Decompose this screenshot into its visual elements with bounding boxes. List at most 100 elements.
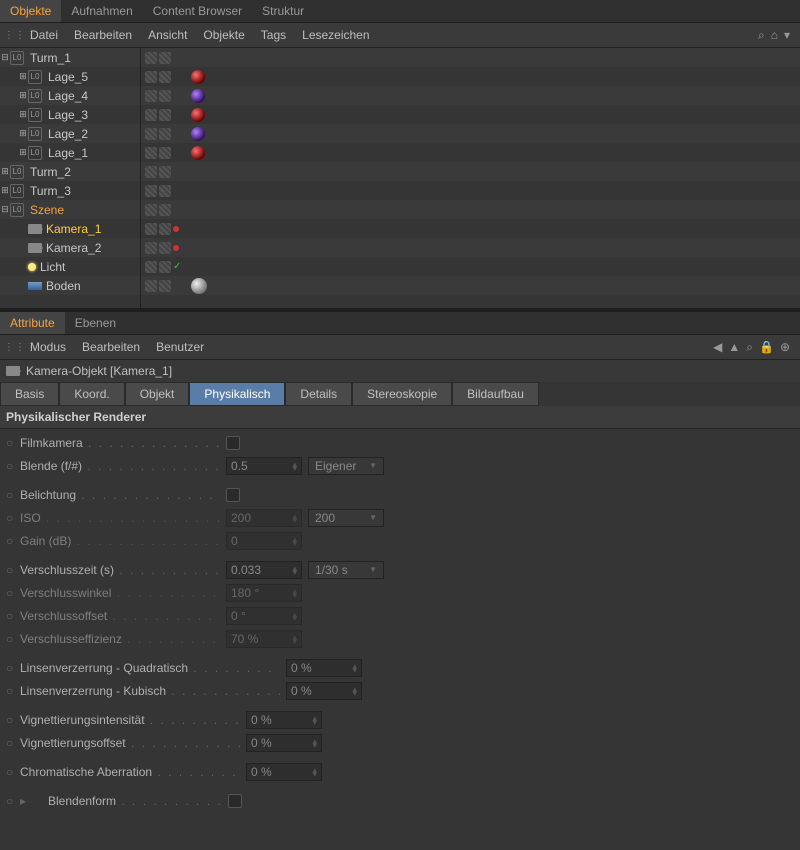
attrtab-basis[interactable]: Basis <box>0 382 59 406</box>
visibility-icon[interactable] <box>145 185 157 197</box>
material-sphere-icon[interactable] <box>191 89 205 103</box>
tree-row[interactable]: ⊞L0Lage_3 <box>0 105 800 124</box>
attrtab-details[interactable]: Details <box>285 382 352 406</box>
render-icon[interactable] <box>159 90 171 102</box>
search-icon[interactable]: ⌕ <box>758 28 765 43</box>
object-tree[interactable]: ⊟L0Turm_1⊞L0Lage_5⊞L0Lage_4⊞L0Lage_3⊞L0L… <box>0 48 800 308</box>
visibility-icon[interactable] <box>145 242 157 254</box>
dropdown-verschlusszeit[interactable]: 1/30 s▼ <box>308 561 384 579</box>
render-icon[interactable] <box>159 185 171 197</box>
field-verschlusswinkel[interactable]: 180 °▴▾ <box>226 584 302 602</box>
tree-row[interactable]: Boden <box>0 276 800 295</box>
attrtab-stereoskopie[interactable]: Stereoskopie <box>352 382 452 406</box>
render-icon[interactable] <box>159 280 171 292</box>
tab-struktur[interactable]: Struktur <box>252 0 314 22</box>
render-icon[interactable] <box>159 147 171 159</box>
field-chrom[interactable]: 0 %▴▾ <box>246 763 322 781</box>
field-verschlussoffset[interactable]: 0 °▴▾ <box>226 607 302 625</box>
visibility-icon[interactable] <box>145 128 157 140</box>
expand-icon[interactable]: ⊞ <box>18 128 28 139</box>
tree-row[interactable]: Licht✓ <box>0 257 800 276</box>
expand-icon[interactable]: ⊞ <box>0 185 10 196</box>
field-vign-off[interactable]: 0 %▴▾ <box>246 734 322 752</box>
visibility-icon[interactable] <box>145 147 157 159</box>
tab-content browser[interactable]: Content Browser <box>143 0 252 22</box>
expand-icon[interactable]: ⊞ <box>18 109 28 120</box>
up-icon[interactable]: ▲ <box>728 340 740 355</box>
menu-benutzer[interactable]: Benutzer <box>148 338 212 356</box>
expand-icon[interactable]: ⊟ <box>0 52 10 63</box>
tree-row[interactable]: ⊞L0Turm_2 <box>0 162 800 181</box>
tag-dot-icon[interactable] <box>173 245 179 251</box>
material-sphere-icon[interactable] <box>191 278 207 294</box>
render-icon[interactable] <box>159 109 171 121</box>
attrtab-objekt[interactable]: Objekt <box>125 382 190 406</box>
field-linsen-quad[interactable]: 0 %▴▾ <box>286 659 362 677</box>
expand-icon[interactable]: ⊞ <box>18 90 28 101</box>
visibility-icon[interactable] <box>145 261 157 273</box>
visibility-icon[interactable] <box>145 166 157 178</box>
tab-attribute[interactable]: Attribute <box>0 312 65 334</box>
render-icon[interactable] <box>159 261 171 273</box>
visibility-icon[interactable] <box>145 109 157 121</box>
field-linsen-kub[interactable]: 0 %▴▾ <box>286 682 362 700</box>
settings-icon[interactable]: ⊕ <box>780 340 790 355</box>
checkbox-belichtung[interactable] <box>226 488 240 502</box>
tree-row[interactable]: Kamera_1 <box>0 219 800 238</box>
expand-icon[interactable]: ⊞ <box>18 71 28 82</box>
menu-tags[interactable]: Tags <box>253 26 294 44</box>
visibility-icon[interactable] <box>145 223 157 235</box>
prev-icon[interactable]: ◀ <box>713 340 722 355</box>
expand-icon[interactable]: ⊞ <box>18 147 28 158</box>
tab-aufnahmen[interactable]: Aufnahmen <box>61 0 142 22</box>
field-gain[interactable]: 0▴▾ <box>226 532 302 550</box>
menu-ansicht[interactable]: Ansicht <box>140 26 195 44</box>
material-sphere-icon[interactable] <box>191 108 205 122</box>
field-iso[interactable]: 200▴▾ <box>226 509 302 527</box>
visibility-icon[interactable] <box>145 52 157 64</box>
tag-dot-icon[interactable] <box>173 226 179 232</box>
tree-row[interactable]: ⊞L0Lage_4 <box>0 86 800 105</box>
dropdown-iso[interactable]: 200▼ <box>308 509 384 527</box>
material-sphere-icon[interactable] <box>191 127 205 141</box>
expand-icon[interactable]: ⊞ <box>0 166 10 177</box>
tab-objekte[interactable]: Objekte <box>0 0 61 22</box>
field-verschlusszeit[interactable]: 0.033▴▾ <box>226 561 302 579</box>
tree-row[interactable]: ⊟L0Turm_1 <box>0 48 800 67</box>
checkbox-blendenform[interactable] <box>228 794 242 808</box>
menu-objekte[interactable]: Objekte <box>195 26 252 44</box>
render-icon[interactable] <box>159 204 171 216</box>
tree-row[interactable]: ⊞L0Lage_2 <box>0 124 800 143</box>
tree-row[interactable]: ⊟L0Szene <box>0 200 800 219</box>
tag-check-icon[interactable]: ✓ <box>173 261 181 272</box>
tree-row[interactable]: ⊞L0Lage_5 <box>0 67 800 86</box>
render-icon[interactable] <box>159 242 171 254</box>
checkbox-filmkamera[interactable] <box>226 436 240 450</box>
render-icon[interactable] <box>159 71 171 83</box>
menu-lesezeichen[interactable]: Lesezeichen <box>294 26 377 44</box>
menu-datei[interactable]: Datei <box>22 26 66 44</box>
search-icon[interactable]: ⌕ <box>746 340 753 355</box>
material-sphere-icon[interactable] <box>191 70 205 84</box>
field-vign-int[interactable]: 0 %▴▾ <box>246 711 322 729</box>
home-icon[interactable]: ⌂ <box>771 28 778 43</box>
field-verschlusseffizienz[interactable]: 70 %▴▾ <box>226 630 302 648</box>
visibility-icon[interactable] <box>145 204 157 216</box>
visibility-icon[interactable] <box>145 71 157 83</box>
tree-row[interactable]: ⊞L0Lage_1 <box>0 143 800 162</box>
menu-bearbeiten[interactable]: Bearbeiten <box>66 26 140 44</box>
attrtab-bildaufbau[interactable]: Bildaufbau <box>452 382 539 406</box>
render-icon[interactable] <box>159 223 171 235</box>
render-icon[interactable] <box>159 52 171 64</box>
material-sphere-icon[interactable] <box>191 146 205 160</box>
render-icon[interactable] <box>159 166 171 178</box>
visibility-icon[interactable] <box>145 90 157 102</box>
attrtab-physikalisch[interactable]: Physikalisch <box>189 382 285 406</box>
menu-bearbeiten[interactable]: Bearbeiten <box>74 338 148 356</box>
field-blende[interactable]: 0.5▴▾ <box>226 457 302 475</box>
visibility-icon[interactable] <box>145 280 157 292</box>
tab-ebenen[interactable]: Ebenen <box>65 312 126 334</box>
attrtab-koord.[interactable]: Koord. <box>59 382 124 406</box>
render-icon[interactable] <box>159 128 171 140</box>
expand-icon[interactable]: ⊟ <box>0 204 10 215</box>
